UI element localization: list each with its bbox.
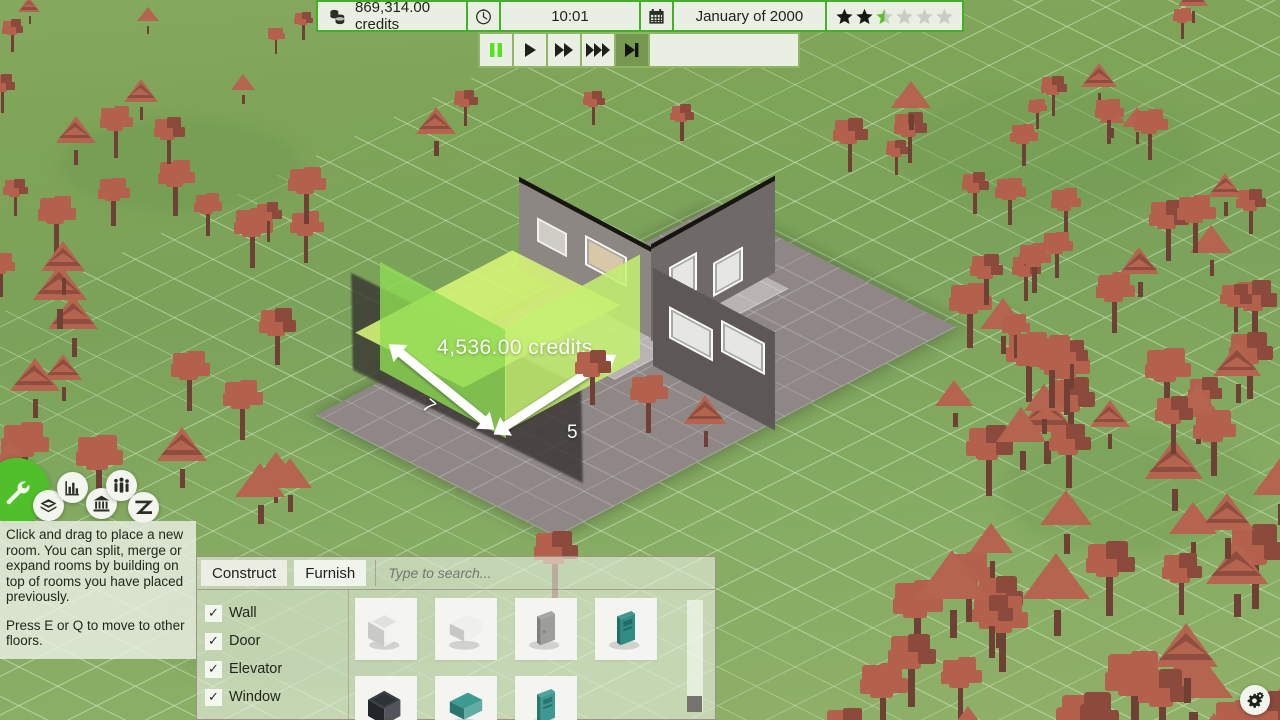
item-thumbnail-window-teal <box>449 692 483 720</box>
credits-value: 869,314.00 credits <box>355 0 431 33</box>
playback-controls <box>478 32 800 68</box>
tool-tooltip: Click and drag to place a new room. You … <box>0 521 196 659</box>
item-grid-scrollbar-thumb[interactable] <box>687 696 702 712</box>
grass-shade <box>1000 430 1260 550</box>
item-door-teal-slim[interactable] <box>515 676 577 720</box>
checkbox-wall[interactable]: ✓ <box>205 604 222 622</box>
clock-value: 10:01 <box>551 7 589 25</box>
filter-label: Elevator <box>229 661 283 677</box>
item-wall-white[interactable] <box>435 598 497 660</box>
window <box>713 246 743 297</box>
item-thumbnail-door-grey <box>528 611 560 650</box>
item-door-grey[interactable] <box>515 598 577 660</box>
clock-icon-cell <box>468 2 500 30</box>
item-room-dark[interactable] <box>355 676 417 720</box>
game-screen: 4,536.00 credits 7 5 869,314.00 credits <box>0 0 1280 720</box>
item-thumbnail-room-dark <box>368 690 401 720</box>
tab-furnish[interactable]: Furnish <box>294 560 367 586</box>
calendar-icon-cell <box>640 2 672 30</box>
filter-item-window[interactable]: ✓ Window <box>205 683 348 711</box>
star-icon-half <box>876 8 893 24</box>
rating-stars <box>827 2 962 30</box>
build-panel: Construct Furnish ✓ Wall ✓ Door ✓ Elevator ✓ Wi… <box>196 556 716 720</box>
filter-item-door[interactable]: ✓ Door <box>205 627 348 655</box>
search-input[interactable] <box>386 564 712 582</box>
window <box>669 306 713 362</box>
faster-forward-button[interactable] <box>582 34 614 66</box>
filter-label: Window <box>229 689 281 705</box>
window <box>721 319 765 376</box>
skip-button[interactable] <box>616 34 648 66</box>
play-icon <box>525 43 536 57</box>
skip-next-icon <box>625 43 639 57</box>
playback-spacer <box>650 34 798 66</box>
checkbox-elevator[interactable]: ✓ <box>205 660 222 678</box>
coins-icon <box>330 9 345 24</box>
clock-display: 10:01 <box>501 2 639 30</box>
settings-button[interactable] <box>1240 685 1270 715</box>
filter-label: Wall <box>229 605 257 621</box>
tooltip-paragraph-1: Click and drag to place a new room. You … <box>6 527 184 604</box>
z-icon <box>135 500 153 514</box>
star-icon-empty <box>936 8 953 24</box>
fast-forward-button[interactable] <box>548 34 580 66</box>
placement-cost-label: 4,536.00 credits <box>437 336 593 359</box>
bank-icon <box>93 495 110 512</box>
item-window-teal[interactable] <box>435 676 497 720</box>
gear-icon <box>1247 691 1264 708</box>
filter-item-elevator[interactable]: ✓ Elevator <box>205 655 348 683</box>
tab-construct-label: Construct <box>212 564 277 582</box>
clock-icon <box>476 8 492 24</box>
bar-chart-icon <box>65 481 79 496</box>
people-icon <box>114 477 129 493</box>
fast-forward-icon <box>555 43 573 57</box>
search-container <box>375 560 712 586</box>
filter-item-wall[interactable]: ✓ Wall <box>205 599 348 627</box>
item-thumbnail-door-teal <box>608 611 640 650</box>
zoom-tool-button[interactable] <box>128 492 159 523</box>
credits-display: 869,314.00 credits <box>318 0 467 33</box>
play-button[interactable] <box>514 34 546 66</box>
star-icon-filled <box>836 8 853 24</box>
wrench-icon <box>6 481 30 505</box>
item-thumbnail-wall-white <box>448 614 483 650</box>
statistics-tool-button[interactable] <box>57 472 88 503</box>
tooltip-paragraph-2: Press E or Q to move to other floors. <box>6 617 185 649</box>
pause-button[interactable] <box>480 34 512 66</box>
hud-topbar: 869,314.00 credits 10:01 January of 2000 <box>316 0 964 33</box>
checkbox-window[interactable]: ✓ <box>205 688 222 706</box>
layers-icon <box>40 499 57 513</box>
window <box>537 217 567 258</box>
date-display: January of 2000 <box>673 2 825 30</box>
item-thumbnail-door-teal-slim <box>533 689 555 720</box>
tab-furnish-label: Furnish <box>305 564 356 582</box>
pause-icon <box>490 43 502 57</box>
star-icon-filled <box>856 8 873 24</box>
filter-label: Door <box>229 633 261 649</box>
item-grid-container <box>349 590 715 720</box>
item-door-teal[interactable] <box>595 598 657 660</box>
star-icon-empty <box>916 8 933 24</box>
faster-forward-icon <box>586 43 610 57</box>
dimension-label-width: 5 <box>567 422 578 443</box>
item-room-white[interactable] <box>355 598 417 660</box>
build-panel-header: Construct Furnish <box>197 557 715 590</box>
date-value: January of 2000 <box>695 7 804 25</box>
tab-construct[interactable]: Construct <box>201 560 288 586</box>
calendar-icon <box>649 8 664 24</box>
filter-list: ✓ Wall ✓ Door ✓ Elevator ✓ Window <box>197 590 349 720</box>
checkbox-door[interactable]: ✓ <box>205 632 222 650</box>
item-thumbnail-room-white <box>368 612 401 650</box>
star-icon-empty <box>896 8 913 24</box>
item-grid <box>355 598 715 720</box>
build-panel-body: ✓ Wall ✓ Door ✓ Elevator ✓ Window <box>197 590 715 720</box>
